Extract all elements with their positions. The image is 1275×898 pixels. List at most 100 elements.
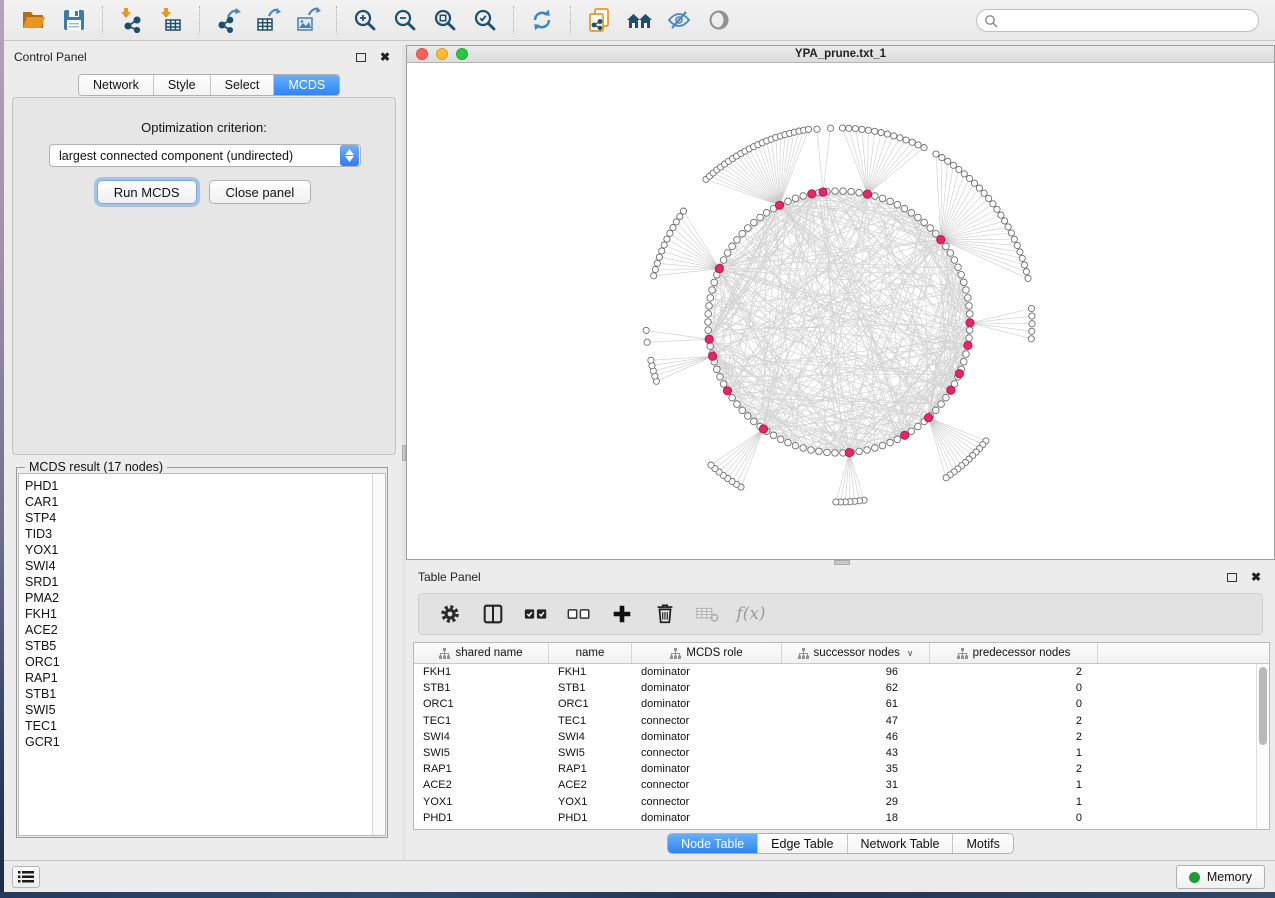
graph-node[interactable] <box>963 287 970 294</box>
tab-edge-table[interactable]: Edge Table <box>758 834 847 853</box>
graph-node[interactable] <box>770 432 777 439</box>
column-header-successor-nodes[interactable]: successor nodes∨ <box>782 643 930 663</box>
graph-hub-node[interactable] <box>937 236 945 244</box>
graph-satellite-node[interactable] <box>648 357 654 363</box>
graph-satellite-node[interactable] <box>990 201 996 207</box>
close-table-panel-button[interactable]: ✖ <box>1249 569 1263 585</box>
graph-hub-node[interactable] <box>901 431 909 439</box>
graph-hub-node[interactable] <box>964 341 972 349</box>
graph-node[interactable] <box>840 188 847 195</box>
graph-node[interactable] <box>785 439 792 446</box>
graph-satellite-node[interactable] <box>644 339 650 345</box>
graph-hub-node[interactable] <box>705 335 713 343</box>
graph-satellite-node[interactable] <box>986 195 992 201</box>
graph-hub-node[interactable] <box>759 425 767 433</box>
graph-node[interactable] <box>856 448 863 455</box>
graph-hub-node[interactable] <box>863 190 871 198</box>
graph-satellite-node[interactable] <box>670 225 676 231</box>
mcds-result-item[interactable]: SRD1 <box>25 574 372 590</box>
table-row[interactable]: ACE2ACE2connector311 <box>414 777 1256 793</box>
task-history-button[interactable] <box>12 866 40 888</box>
graph-node[interactable] <box>734 401 741 408</box>
maximize-window-button[interactable] <box>456 48 468 60</box>
save-session-button[interactable] <box>57 4 91 36</box>
refresh-view-button[interactable] <box>525 4 559 36</box>
mcds-result-item[interactable]: ORC1 <box>25 654 372 670</box>
graph-hub-node[interactable] <box>819 188 827 196</box>
graph-node[interactable] <box>705 311 712 318</box>
graph-node[interactable] <box>751 219 758 226</box>
graph-satellite-node[interactable] <box>981 190 987 196</box>
graph-node[interactable] <box>739 230 746 237</box>
graph-satellite-node[interactable] <box>1029 328 1035 334</box>
graph-node[interactable] <box>943 394 950 401</box>
graph-node[interactable] <box>739 407 746 414</box>
graph-satellite-node[interactable] <box>945 158 951 164</box>
graph-node[interactable] <box>729 243 736 250</box>
table-settings-button[interactable] <box>433 597 467 631</box>
add-column-button[interactable] <box>605 597 639 631</box>
graph-satellite-node[interactable] <box>1014 242 1020 248</box>
graph-node[interactable] <box>958 271 965 278</box>
graph-satellite-node[interactable] <box>909 139 915 145</box>
show-panels-button[interactable] <box>702 4 736 36</box>
mcds-result-item[interactable]: STP4 <box>25 510 372 526</box>
mcds-result-item[interactable]: SWI4 <box>25 558 372 574</box>
close-window-button[interactable] <box>416 48 428 60</box>
graph-node[interactable] <box>720 381 727 388</box>
graph-hub-node[interactable] <box>966 319 974 327</box>
graph-hub-node[interactable] <box>709 352 717 360</box>
duplicate-network-button[interactable] <box>582 4 616 36</box>
graph-node[interactable] <box>724 250 731 257</box>
graph-node[interactable] <box>872 445 879 452</box>
criterion-dropdown[interactable]: largest connected component (undirected) <box>49 144 361 167</box>
graph-node[interactable] <box>832 450 839 457</box>
graph-satellite-node[interactable] <box>897 135 903 141</box>
graph-node[interactable] <box>707 295 714 302</box>
graph-node[interactable] <box>967 327 974 334</box>
graph-node[interactable] <box>800 193 807 200</box>
graph-node[interactable] <box>927 225 934 232</box>
graph-node[interactable] <box>961 358 968 365</box>
graph-satellite-node[interactable] <box>839 125 845 131</box>
graph-node[interactable] <box>709 287 716 294</box>
graph-satellite-node[interactable] <box>943 475 949 481</box>
graph-node[interactable] <box>717 374 724 381</box>
tab-select[interactable]: Select <box>211 75 275 95</box>
mcds-result-item[interactable]: GCR1 <box>25 734 372 750</box>
zoom-fit-button[interactable] <box>428 4 462 36</box>
graph-satellite-node[interactable] <box>966 175 972 181</box>
graph-node[interactable] <box>921 219 928 226</box>
tab-mcds[interactable]: MCDS <box>274 75 339 95</box>
graph-node[interactable] <box>894 201 901 208</box>
table-row[interactable]: SWI4SWI4dominator462 <box>414 729 1256 745</box>
graph-satellite-node[interactable] <box>865 127 871 133</box>
mcds-result-item[interactable]: CAR1 <box>25 494 372 510</box>
zoom-out-button[interactable] <box>388 4 422 36</box>
graph-node[interactable] <box>963 351 970 358</box>
graph-node[interactable] <box>887 439 894 446</box>
graph-node[interactable] <box>777 436 784 443</box>
graph-satellite-node[interactable] <box>884 131 890 137</box>
table-row[interactable]: YOX1YOX1connector291 <box>414 794 1256 810</box>
graph-hub-node[interactable] <box>808 190 816 198</box>
open-file-button[interactable] <box>17 4 51 36</box>
graph-satellite-node[interactable] <box>1028 305 1034 311</box>
graph-satellite-node[interactable] <box>680 208 686 214</box>
mcds-result-item[interactable]: RAP1 <box>25 670 372 686</box>
graph-satellite-node[interactable] <box>933 151 939 157</box>
close-panel-button-mcds[interactable]: Close panel <box>209 180 312 204</box>
export-table-button[interactable] <box>251 4 285 36</box>
table-row[interactable]: PHD1PHD1dominator180 <box>414 810 1256 826</box>
graph-satellite-node[interactable] <box>659 248 665 254</box>
graph-node[interactable] <box>745 413 752 420</box>
float-table-panel-button[interactable] <box>1225 571 1239 584</box>
graph-satellite-node[interactable] <box>994 206 1000 212</box>
graph-node[interactable] <box>908 210 915 217</box>
graph-hub-node[interactable] <box>715 265 723 273</box>
graph-satellite-node[interactable] <box>1025 275 1031 281</box>
import-table-button[interactable] <box>154 4 188 36</box>
graph-node[interactable] <box>967 311 974 318</box>
table-row[interactable]: STB1STB1dominator620 <box>414 680 1256 696</box>
graph-node[interactable] <box>720 257 727 264</box>
